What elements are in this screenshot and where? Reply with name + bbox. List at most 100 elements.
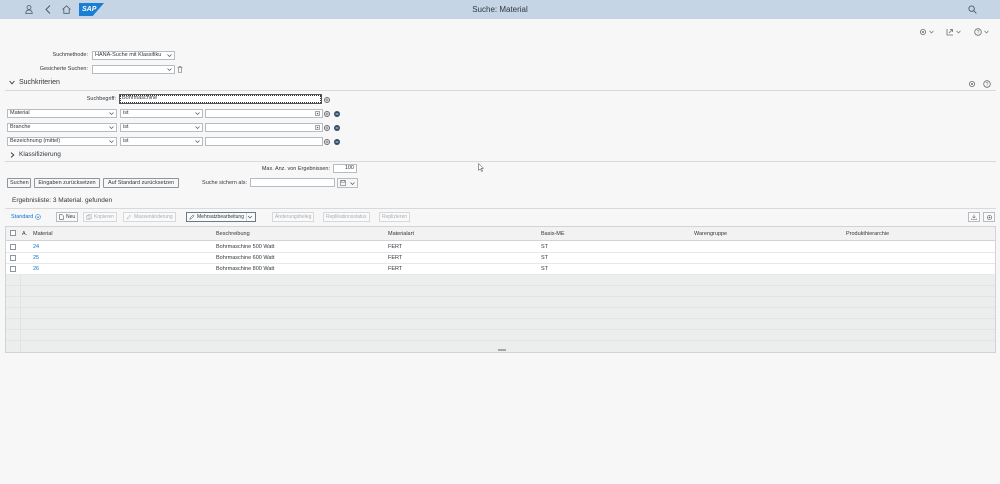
criteria-operator-value: ist xyxy=(123,110,129,116)
neu-button[interactable]: Neu xyxy=(56,212,79,222)
export-icon[interactable] xyxy=(946,27,961,37)
kopieren-label: Kopieren xyxy=(94,214,115,220)
suche-sichern-input[interactable] xyxy=(250,178,335,187)
suchkriterien-header[interactable]: Suchkriterien xyxy=(9,79,60,86)
suchmethode-select[interactable]: HANA-Suche mit Klassifiku xyxy=(92,51,175,60)
suche-sichern-label: Suche sichern als: xyxy=(202,180,247,186)
chevron-down-icon xyxy=(9,80,15,85)
max-results-input[interactable]: 100 xyxy=(333,164,357,173)
replikationsstatus-button[interactable]: Replikationsstatus xyxy=(323,212,370,222)
column-header[interactable]: Beschreibung xyxy=(216,227,250,241)
page-title: Suche: Material xyxy=(472,5,528,14)
row-checkbox[interactable] xyxy=(10,266,16,272)
row-checkbox[interactable] xyxy=(10,244,16,250)
settings-icon[interactable] xyxy=(919,27,934,37)
save-icon xyxy=(340,180,346,186)
criteria-field-select[interactable]: Material xyxy=(7,109,117,118)
column-header[interactable]: Produkthierarchie xyxy=(846,227,889,241)
suchen-button[interactable]: Suchen xyxy=(7,178,31,188)
search-icon[interactable] xyxy=(966,3,978,15)
select-all-checkbox[interactable] xyxy=(10,230,16,236)
cell-beschreibung: Bohrmaschine 500 Watt xyxy=(216,244,275,250)
row-checkbox[interactable] xyxy=(10,255,16,261)
gesicherte-suchen-select[interactable] xyxy=(92,65,175,74)
resize-handle[interactable] xyxy=(498,349,506,351)
cell-basisme: ST xyxy=(541,255,549,261)
edit-icon xyxy=(126,214,132,220)
empty-row xyxy=(6,275,995,286)
results-table: A. Material Beschreibung Materialart Bas… xyxy=(5,226,996,353)
variant-selector[interactable]: Standard xyxy=(11,214,42,220)
replizieren-button[interactable]: Replizieren xyxy=(379,212,411,222)
material-link[interactable]: 26 xyxy=(33,264,39,275)
criteria-field-select[interactable]: Branche xyxy=(7,123,117,132)
download-button[interactable] xyxy=(968,212,980,222)
column-header[interactable]: Material xyxy=(33,227,53,241)
criteria-field-value: Branche xyxy=(10,124,31,130)
criteria-field-value: Bezeichnung (mittel) xyxy=(10,138,61,144)
back-icon[interactable] xyxy=(42,3,54,15)
chevron-down-icon xyxy=(109,125,114,130)
value-help-icon[interactable] xyxy=(315,111,320,116)
save-search-button[interactable] xyxy=(337,178,358,188)
kopieren-button[interactable]: Kopieren xyxy=(83,212,118,222)
chevron-down-icon xyxy=(35,214,42,220)
table-settings-button[interactable] xyxy=(983,212,995,222)
add-row-icon[interactable] xyxy=(324,125,330,131)
table-row[interactable]: 26 Bohrmaschine 800 Watt FERT ST xyxy=(6,264,995,275)
cell-materialart: FERT xyxy=(388,244,403,250)
chevron-down-icon xyxy=(195,139,200,144)
empty-row xyxy=(6,297,995,308)
material-link[interactable]: 25 xyxy=(33,253,39,264)
remove-row-icon[interactable] xyxy=(334,125,340,131)
standard-zuruecksetzen-button[interactable]: Auf Standard zurücksetzen xyxy=(103,178,179,188)
column-header[interactable]: A. xyxy=(22,227,27,241)
criteria-operator-value: ist xyxy=(123,124,129,130)
mouse-cursor-icon xyxy=(478,162,485,172)
aenderungsbeleg-button[interactable]: Änderungsbeleg xyxy=(272,212,315,222)
settings-icon[interactable] xyxy=(968,80,976,88)
add-row-icon[interactable] xyxy=(324,111,330,117)
table-header: A. Material Beschreibung Materialart Bas… xyxy=(6,227,995,241)
chevron-down-icon xyxy=(109,111,114,116)
material-link[interactable]: 24 xyxy=(33,242,39,253)
massenaenderung-button[interactable]: Massenänderung xyxy=(123,212,176,222)
eingaben-zuruecksetzen-button[interactable]: Eingaben zurücksetzen xyxy=(34,178,100,188)
cell-basisme: ST xyxy=(541,266,549,272)
empty-row xyxy=(6,319,995,330)
svg-text:?: ? xyxy=(977,30,980,36)
criteria-operator-select[interactable]: ist xyxy=(120,123,203,132)
column-header[interactable]: Basis-ME xyxy=(541,227,565,241)
user-icon[interactable] xyxy=(23,3,35,15)
criteria-value-input[interactable] xyxy=(205,137,323,146)
suchbegriff-input[interactable]: Bohrmaschine xyxy=(119,94,322,104)
chevron-down-icon xyxy=(246,213,253,221)
value-help-icon[interactable] xyxy=(315,125,320,130)
empty-row xyxy=(6,308,995,319)
criteria-value-input[interactable] xyxy=(205,123,323,132)
help-icon[interactable]: ? xyxy=(974,27,989,37)
criteria-value-input[interactable] xyxy=(205,109,323,118)
criteria-field-value: Material xyxy=(10,110,30,116)
delete-icon[interactable] xyxy=(177,66,183,73)
help-icon[interactable]: ? xyxy=(983,80,991,88)
chevron-down-icon xyxy=(167,53,172,58)
variant-label: Standard xyxy=(11,214,34,220)
table-row[interactable]: 25 Bohrmaschine 600 Watt FERT ST xyxy=(6,253,995,264)
mehrsatzbearbeitung-button[interactable]: Mehrsatzbearbeitung xyxy=(186,212,256,222)
remove-row-icon[interactable] xyxy=(334,139,340,145)
criteria-operator-select[interactable]: ist xyxy=(120,137,203,146)
settings-icon xyxy=(986,214,992,220)
chevron-down-icon xyxy=(350,181,355,185)
klassifizierung-header[interactable]: Klassifizierung xyxy=(10,151,61,158)
column-header[interactable]: Warengruppe xyxy=(694,227,727,241)
add-row-icon[interactable] xyxy=(324,139,330,145)
criteria-field-select[interactable]: Bezeichnung (mittel) xyxy=(7,137,117,146)
table-row[interactable]: 24 Bohrmaschine 500 Watt FERT ST xyxy=(6,242,995,253)
home-icon[interactable] xyxy=(60,3,72,15)
column-header[interactable]: Materialart xyxy=(388,227,414,241)
criteria-operator-select[interactable]: ist xyxy=(120,109,203,118)
chevron-down-icon xyxy=(195,125,200,130)
add-row-icon[interactable] xyxy=(324,97,330,103)
remove-row-icon[interactable] xyxy=(334,111,340,117)
